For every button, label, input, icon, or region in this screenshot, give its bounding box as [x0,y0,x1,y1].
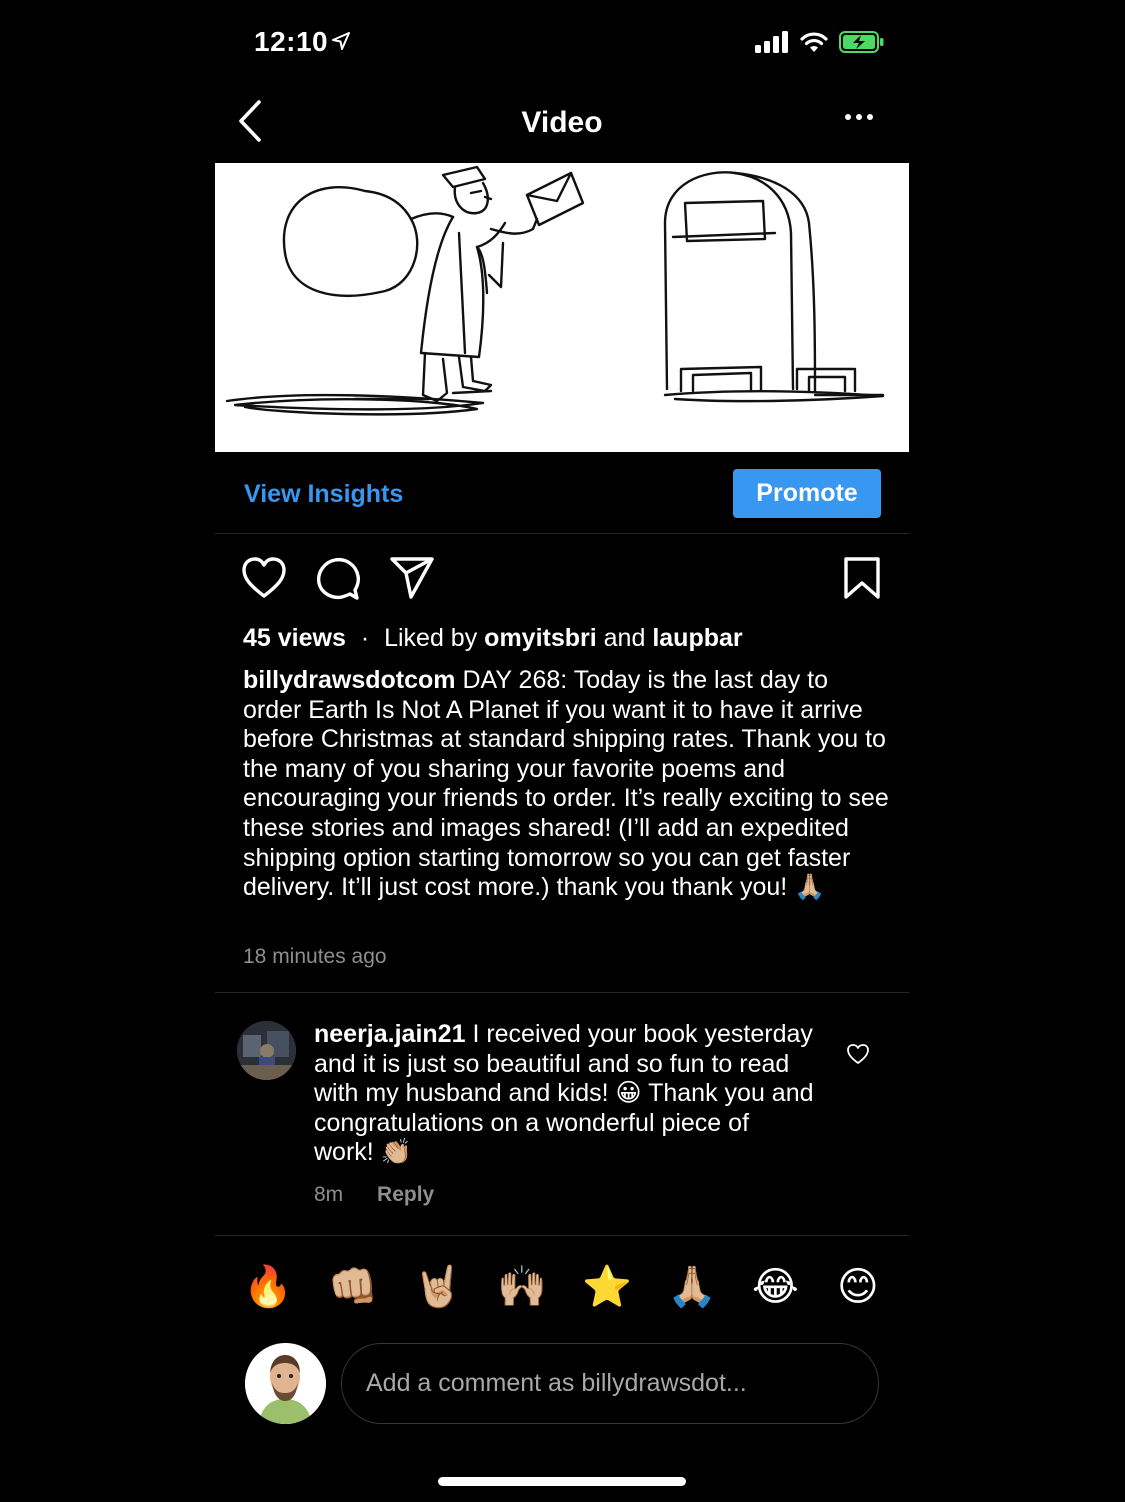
status-time: 12:10 [254,26,329,57]
rock-on-emoji-button[interactable]: 🤘🏼 [413,1258,463,1316]
star-emoji-button[interactable]: ⭐ [582,1258,632,1316]
promote-button[interactable]: Promote [733,469,881,518]
divider [215,992,909,993]
fist-emoji-button[interactable]: 👊🏼 [328,1258,378,1316]
nav-bar: Video [215,90,909,156]
share-icon[interactable] [389,556,435,600]
quick-emoji-bar: 🔥 👊🏼 🤘🏼 🙌🏼 ⭐ 🙏🏼 😂 😊 [215,1258,909,1316]
view-insights-link[interactable]: View Insights [244,480,403,509]
comment-icon[interactable] [315,556,361,602]
post-actions [215,556,909,604]
liked-by-label: Liked by [384,624,478,652]
post-caption: billydrawsdotcom DAY 268: Today is the l… [243,666,893,903]
more-icon[interactable] [845,114,873,120]
view-count[interactable]: 45 views [243,624,346,652]
page-title: Video [521,106,603,139]
liker-username[interactable]: laupbar [652,624,742,652]
bookmark-icon[interactable] [843,556,881,600]
status-bar: 12:10 [0,0,1125,86]
comment-body: neerja.jain21 I received your book yeste… [314,1020,814,1168]
location-arrow-icon [332,32,350,50]
and-label: and [603,624,646,652]
fire-emoji-button[interactable]: 🔥 [243,1258,293,1316]
smile-emoji-button[interactable]: 😊 [837,1258,879,1316]
caption-username[interactable]: billydrawsdotcom [243,666,456,694]
divider [215,1235,909,1236]
home-indicator[interactable] [438,1477,686,1486]
post-timestamp: 18 minutes ago [243,945,387,968]
comment-meta: 8m Reply [314,1183,434,1207]
comment-input[interactable] [341,1343,879,1424]
raised-hands-emoji-button[interactable]: 🙌🏼 [497,1258,547,1316]
status-icons [755,30,885,54]
signal-icon [755,31,788,53]
video-player[interactable] [215,163,909,452]
battery-icon [839,31,884,53]
avatar [245,1343,326,1424]
laughing-emoji-button[interactable]: 😂 [752,1258,799,1316]
comment-time: 8m [314,1183,344,1206]
video-frame-illustration [225,165,885,416]
liker-username[interactable]: omyitsbri [484,624,597,652]
heart-icon[interactable] [241,556,287,600]
stats-separator: · [360,624,370,652]
heart-icon[interactable] [846,1043,870,1065]
pray-emoji-button[interactable]: 🙏🏼 [667,1258,717,1316]
comment-username[interactable]: neerja.jain21 [314,1020,465,1048]
avatar[interactable] [237,1021,296,1080]
caption-text: DAY 268: Today is the last day to order … [243,666,889,902]
post-stats: 45 views · Liked by omyitsbri and laupba… [243,624,743,653]
reply-button[interactable]: Reply [377,1183,434,1206]
wifi-icon [800,32,828,52]
insights-row: View Insights Promote [215,452,909,534]
